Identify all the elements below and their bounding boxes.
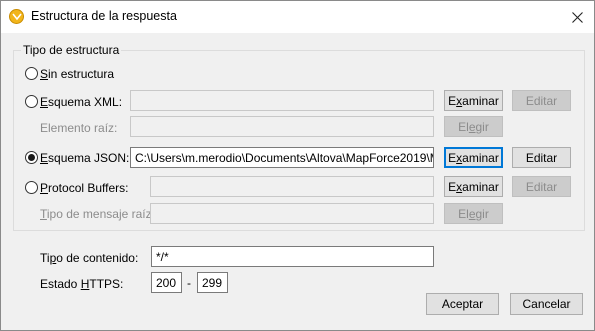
protocol-buffers-path-input[interactable] (150, 176, 434, 197)
xml-edit-button[interactable]: Editar (512, 90, 571, 111)
radio-json-schema[interactable] (25, 151, 38, 164)
cancel-button[interactable]: Cancelar (510, 293, 583, 315)
dialog-window: Estructura de la respuesta Tipo de estru… (0, 0, 595, 331)
json-schema-path-input[interactable]: C:\Users\m.merodio\Documents\Altova\MapF… (130, 147, 434, 168)
root-message-type-input[interactable] (150, 203, 434, 224)
root-message-type-label: Tipo de mensaje raíz: (40, 207, 155, 221)
https-range-separator: - (187, 276, 191, 290)
protobuf-choose-message-button[interactable]: El e gir (444, 203, 503, 224)
content-type-label: Tipo de contenido: (40, 251, 139, 265)
content-type-input[interactable]: */* (151, 246, 434, 267)
protocol-buffers-label[interactable]: Protocol Buffers: (40, 181, 129, 195)
https-status-to-input[interactable]: 299 (197, 272, 228, 293)
radio-no-structure[interactable] (25, 67, 38, 80)
xml-schema-path-input[interactable] (130, 90, 434, 111)
ok-button[interactable]: Aceptar (426, 293, 499, 315)
root-element-label: Elemento raíz: (40, 121, 118, 135)
no-structure-label[interactable]: Sin estructura (40, 67, 114, 81)
https-status-from-input[interactable]: 200 (151, 272, 182, 293)
protobuf-browse-button[interactable]: Ex aminar (444, 176, 503, 197)
https-status-label: Estado HTTPS: (40, 277, 124, 291)
radio-protocol-buffers[interactable] (25, 181, 38, 194)
radio-xml-schema[interactable] (25, 95, 38, 108)
title-bar[interactable]: Estructura de la respuesta (1, 1, 594, 33)
close-button[interactable] (560, 1, 594, 33)
dialog-title: Estructura de la respuesta (31, 9, 177, 23)
json-edit-button[interactable]: Editar (512, 147, 571, 168)
xml-choose-root-button[interactable]: El e gir (444, 116, 503, 137)
structure-type-legend: Tipo de estructura (21, 43, 122, 57)
close-icon (571, 11, 583, 23)
mapforce-app-icon (9, 9, 24, 24)
protobuf-edit-button[interactable]: Editar (512, 176, 571, 197)
json-browse-button[interactable]: Ex aminar (444, 147, 503, 168)
xml-browse-button[interactable]: Ex aminar (444, 90, 503, 111)
json-schema-label[interactable]: Esquema JSON: (40, 151, 129, 165)
root-element-input[interactable] (130, 116, 434, 137)
xml-schema-label[interactable]: Esquema XML: (40, 95, 122, 109)
